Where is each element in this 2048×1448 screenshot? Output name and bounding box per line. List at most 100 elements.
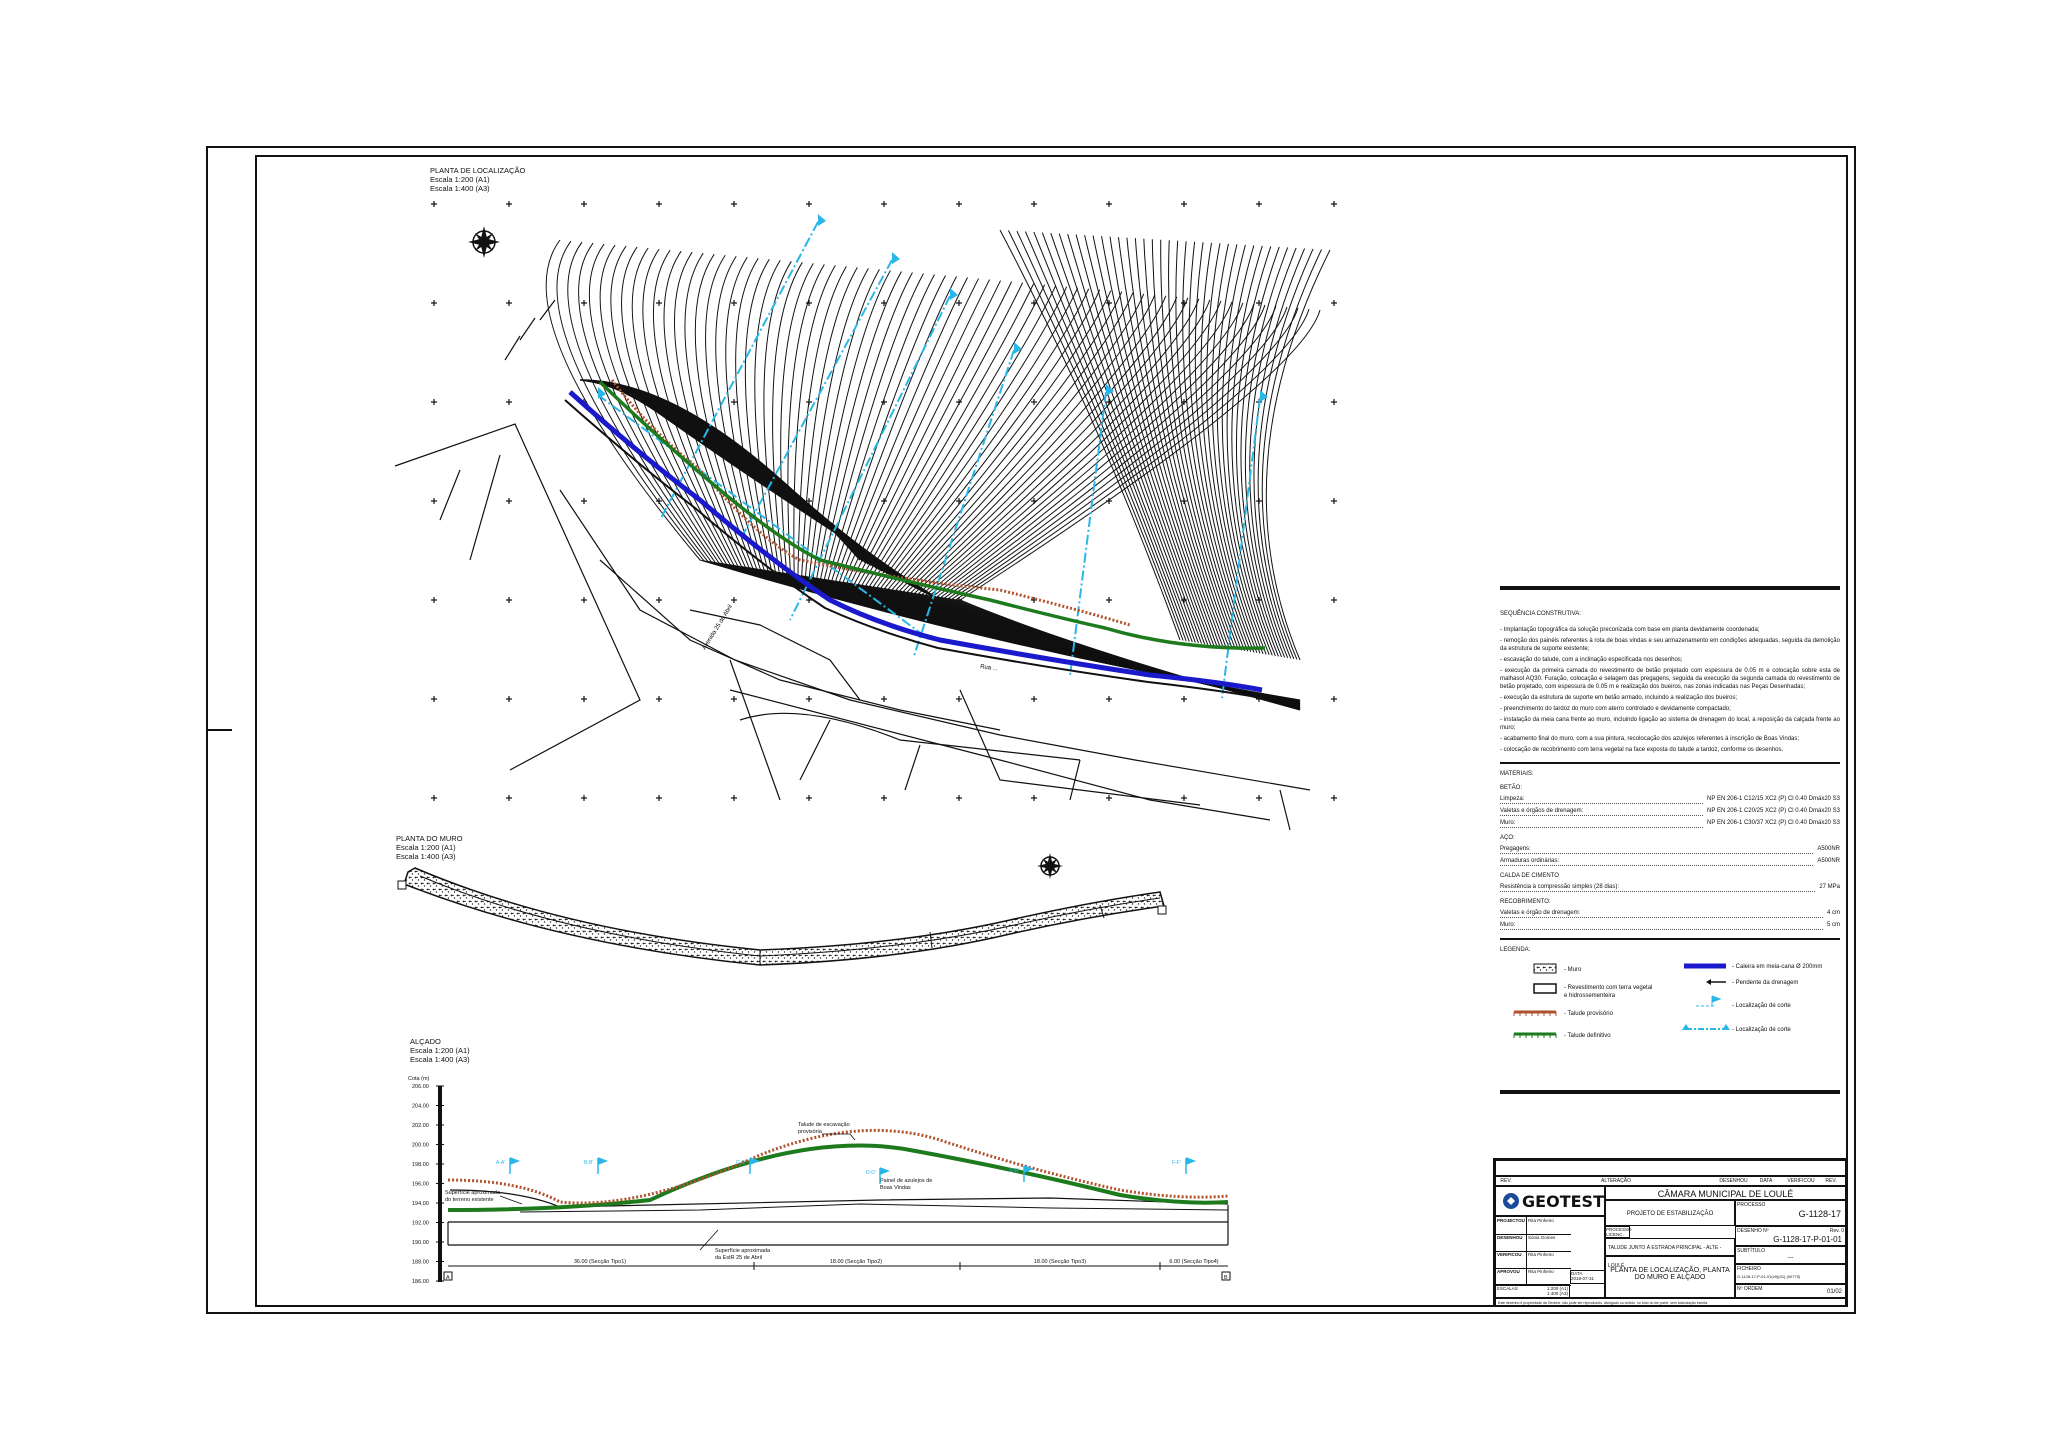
contour-line [567, 241, 1301, 701]
y-tick-label: 198.00 [412, 1162, 429, 1168]
grid-cross [1031, 696, 1037, 702]
grid-cross [656, 201, 662, 207]
licence-label: PROCESSO LICENC. [1605, 1226, 1632, 1238]
dimension-label: 18.00 (Secção Tipo3) [1034, 1259, 1086, 1265]
material-value: 4 cm [1826, 910, 1840, 916]
grid-cross [1181, 201, 1187, 207]
material-value: A500NR [1817, 846, 1840, 852]
sequence-item: - acabamento final do muro, com a sua pi… [1500, 736, 1800, 742]
grid-cross [506, 498, 512, 504]
grid-cross [881, 696, 887, 702]
grid-cross [1031, 201, 1037, 207]
grid-cross [731, 795, 737, 801]
y-tick-label: 188.00 [412, 1260, 429, 1266]
material-label: Resistência à compressão simples (28 dia… [1500, 883, 1816, 892]
grid-cross [1331, 597, 1337, 603]
y-tick-label: 192.00 [412, 1221, 429, 1227]
grid-cross [1181, 795, 1187, 801]
title-block-footer: Este desenho é propriedade da Geotest, n… [1495, 1298, 1846, 1307]
geotest-logo-icon [1503, 1193, 1519, 1209]
grid-cross [1106, 201, 1112, 207]
legend-def-slope: - Talude definitivo [1564, 1033, 1611, 1039]
grid-cross [506, 696, 512, 702]
elevation-annotation-line: provisória [798, 1129, 823, 1135]
elevation-annotation-line: do terreno existente [445, 1197, 494, 1203]
grid-cross [731, 201, 737, 207]
role-label: DESENHOU [1496, 1234, 1527, 1251]
grid-cross [506, 201, 512, 207]
material-value: NP EN 206-1 C12/15 XC2 (P) Cl 0.40 Dmáx2… [1707, 796, 1840, 802]
contour-line [1058, 233, 1203, 644]
elevation-drawing [436, 1085, 1231, 1282]
legend-wall: - Muro [1564, 967, 1582, 973]
role-label: APROVOU [1496, 1268, 1527, 1285]
grid-cross [1031, 399, 1037, 405]
contour-line [1041, 232, 1196, 643]
material-value: 5 cm [1826, 922, 1840, 928]
scales-value-a3: 1:400 (A3) [1546, 1291, 1568, 1296]
subtitle-label: SUBTÍTULO [1737, 1248, 1766, 1254]
grid-cross [1331, 696, 1337, 702]
title-block: REV. ALTERAÇÃO DESENHOU DATA VERIFICOU R… [1493, 1158, 1848, 1307]
concrete-list: Limpeza: NP EN 206-1 C12/15 XC2 (P) Cl 0.… [1500, 795, 1840, 828]
drawing-number-header: DESENHO Nº Rev. 0 [1736, 1227, 1845, 1235]
grid-cross [506, 597, 512, 603]
section-mark-label: F-F' [1172, 1160, 1181, 1166]
road-label-street: Rua ... [980, 664, 999, 672]
elevation-annotation-line: da EstR 25 de Abril [715, 1255, 762, 1261]
rev-header-rev2: REV. [1825, 1178, 1837, 1184]
grid-cross [431, 795, 437, 801]
process-value: G-1128-17 [1798, 1209, 1841, 1219]
client-name: CÂMARA MUNICIPAL DE LOULÉ [1605, 1186, 1846, 1200]
dimension-label: 6.00 (Secção Tipo4) [1169, 1259, 1218, 1265]
dimension-label: 18.00 (Secção Tipo2) [830, 1259, 882, 1265]
grid-cross [1106, 300, 1112, 306]
location-text: TALUDE JUNTO À ESTRADA PRINCIPAL - ALTE … [1605, 1238, 1735, 1269]
y-tick-label: 202.00 [412, 1123, 429, 1129]
sequence-item: - instalação da meia cana frente ao muro… [1500, 717, 1840, 731]
elevation-end-marker: B [1224, 1275, 1228, 1281]
section-flag-icon [1185, 1157, 1197, 1174]
revision-header-row: REV. ALTERAÇÃO DESENHOU DATA VERIFICOU R… [1495, 1176, 1846, 1186]
y-tick-label: 206.00 [412, 1084, 429, 1090]
role-row: PROJECTOU Rita Pinheiro [1496, 1217, 1571, 1235]
y-tick-label: 194.00 [412, 1201, 429, 1207]
role-name: Sónia Gomes [1528, 1235, 1556, 1240]
order-cell: Nº ORDEM 01/02 [1735, 1284, 1846, 1298]
legend-gutter: - Caleira em meia-cana Ø 200mm [1732, 964, 1823, 970]
section-cut-line [1069, 391, 1107, 677]
grid-cross [731, 696, 737, 702]
y-tick-label: 196.00 [412, 1182, 429, 1188]
grid-cross [1331, 795, 1337, 801]
grid-cross [956, 201, 962, 207]
grid-cross [1331, 300, 1337, 306]
grid-cross [581, 696, 587, 702]
drawing-number-label: DESENHO Nº [1737, 1228, 1769, 1234]
role-name: Rita Pinheiro [1528, 1218, 1554, 1223]
sequence-item: - Implantação topográfica da solução pre… [1500, 627, 1760, 633]
grid-cross [1106, 597, 1112, 603]
cover-title: RECOBRIMENTO: [1500, 899, 1551, 905]
drawing-number-cell: DESENHO Nº Rev. 0 G-1128-17-P-01-01 [1735, 1226, 1846, 1246]
notes-panel: SEQUÊNCIA CONSTRUTIVA: - Implantação top… [1500, 586, 1840, 1094]
wall-plan [397, 867, 1167, 966]
elevation-annotation-line: Talude de escavação [798, 1122, 850, 1128]
legend-title: LEGENDA: [1500, 947, 1531, 953]
role-name: Rita Pinheiro [1528, 1269, 1554, 1274]
section-mark: A-A' [496, 1157, 521, 1174]
y-tick-label: 186.00 [412, 1279, 429, 1285]
grid-cross [1331, 201, 1337, 207]
grid-cross [431, 696, 437, 702]
process-label: PROCESSO [1737, 1202, 1766, 1208]
material-label: Muro: [1500, 921, 1823, 930]
role-row: DESENHOU Sónia Gomes [1496, 1234, 1571, 1252]
file-value: G-1128-17-P-01-01(v0)(01) (00775) [1737, 1274, 1801, 1279]
grid-cross [881, 795, 887, 801]
date-cell: DATA 2018-07-31 [1570, 1270, 1605, 1284]
cut-flag-icon [818, 214, 826, 226]
section-mark: F-F' [1172, 1157, 1197, 1174]
section-mark-label: B-B' [584, 1160, 593, 1166]
scales-label: ESCALAS [1497, 1286, 1518, 1291]
grid-cross [581, 795, 587, 801]
y-tick-label: 204.00 [412, 1104, 429, 1110]
